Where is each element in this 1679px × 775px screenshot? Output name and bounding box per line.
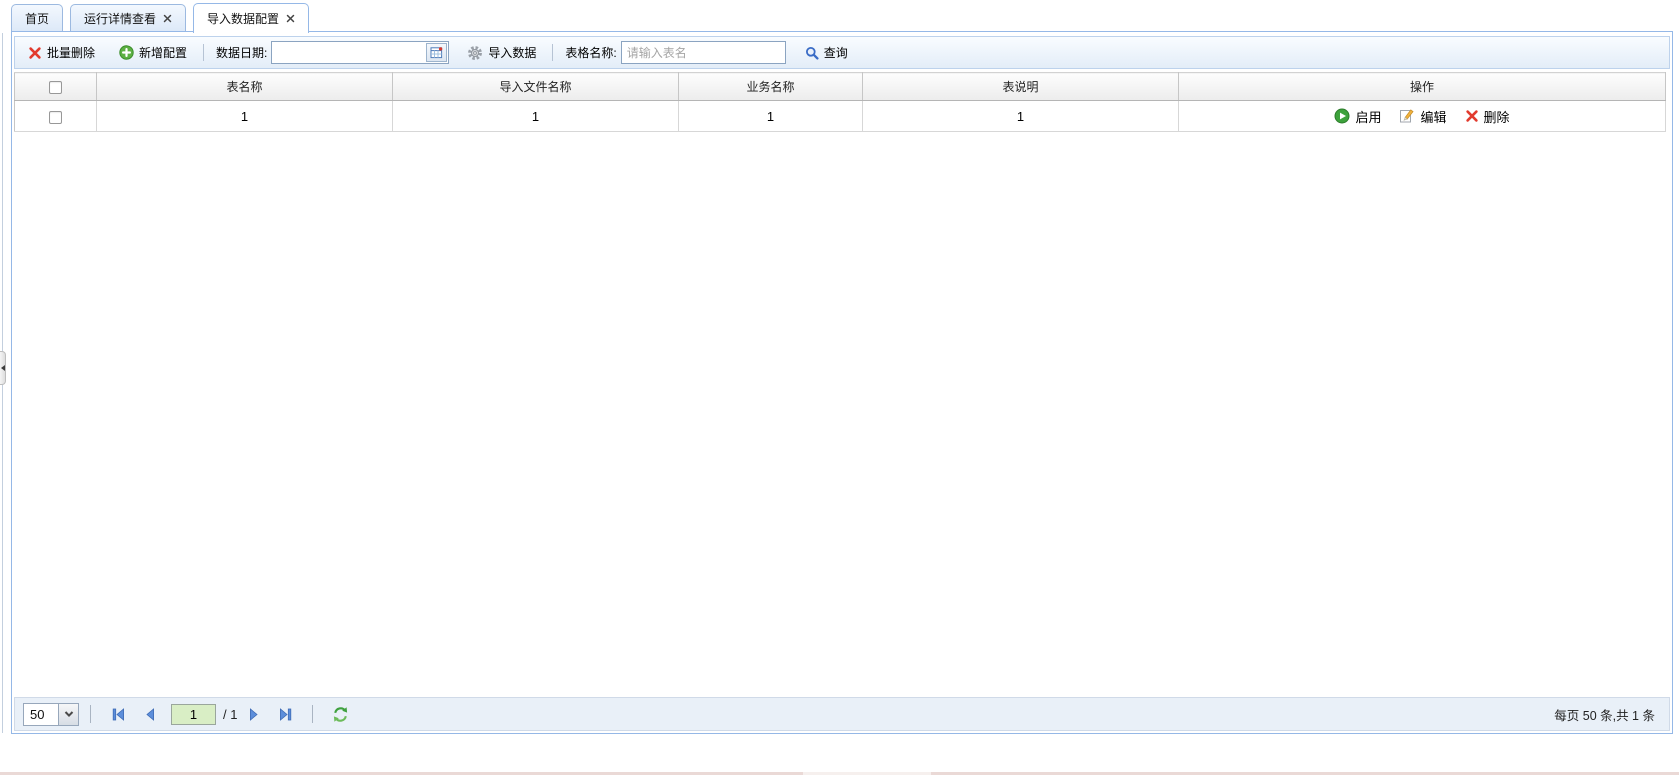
table-row[interactable]: 1 1 1 1 启用 编辑 删除 xyxy=(14,100,1666,132)
search-label: 查询 xyxy=(823,46,848,60)
table-name-label: 表格名称: xyxy=(565,46,617,60)
gear-icon xyxy=(467,45,483,61)
chevron-down-icon[interactable] xyxy=(58,703,78,725)
table-name-input[interactable] xyxy=(620,41,786,64)
toolbar: 批量删除 新增配置 数据日期: 导入数据 表格名称: 请输入表名 查询 xyxy=(14,36,1670,69)
tab-import-config[interactable]: 导入数据配置 xyxy=(193,3,310,33)
total-pages-label: / 1 xyxy=(223,706,238,722)
tab-home-label: 首页 xyxy=(25,11,50,26)
pencil-icon xyxy=(1399,108,1415,124)
cell-table-name: 1 xyxy=(96,100,393,132)
column-header-table-desc: 表说明 xyxy=(862,72,1179,101)
tab-bar: 首页 运行详情查看 导入数据配置 xyxy=(11,0,316,33)
calendar-icon[interactable] xyxy=(426,43,448,62)
row-checkbox[interactable] xyxy=(49,110,62,124)
current-page-input[interactable] xyxy=(171,703,216,725)
edit-button[interactable]: 编辑 xyxy=(1399,107,1447,126)
enable-button[interactable]: 启用 xyxy=(1334,107,1381,126)
tab-close-icon[interactable] xyxy=(163,14,172,23)
date-input[interactable] xyxy=(272,43,427,62)
pager-separator xyxy=(312,705,314,723)
cell-import-file-name: 1 xyxy=(392,100,679,132)
green-play-circle-icon xyxy=(1334,108,1350,124)
toolbar-separator xyxy=(552,44,554,61)
add-config-button[interactable]: 新增配置 xyxy=(115,42,191,63)
column-header-table-name: 表名称 xyxy=(96,72,393,101)
select-all-checkbox[interactable] xyxy=(49,80,62,94)
pager-summary: 每页 50 条,共 1 条 xyxy=(1554,708,1655,723)
prev-page-button[interactable] xyxy=(137,701,163,727)
west-collapse-handle[interactable] xyxy=(0,351,6,385)
import-data-label: 导入数据 xyxy=(488,46,537,60)
edit-label: 编辑 xyxy=(1420,109,1447,125)
column-header-import-file-name: 导入文件名称 xyxy=(392,72,679,101)
next-page-button[interactable] xyxy=(240,701,266,727)
datagrid: 表名称 导入文件名称 业务名称 表说明 操作 1 1 1 1 启用 编辑 删除 xyxy=(14,72,1670,132)
magnifier-icon xyxy=(805,46,819,60)
refresh-icon[interactable] xyxy=(327,701,353,727)
cell-table-desc: 1 xyxy=(862,100,1179,132)
add-config-label: 新增配置 xyxy=(139,46,188,60)
tab-close-icon[interactable] xyxy=(286,14,295,23)
batch-delete-button[interactable]: 批量删除 xyxy=(24,42,99,63)
search-button[interactable]: 查询 xyxy=(801,42,852,63)
pagination-bar: 50 / 1 xyxy=(14,697,1670,731)
pager-separator xyxy=(90,705,91,723)
date-label: 数据日期: xyxy=(216,46,268,60)
tab-home[interactable]: 首页 xyxy=(11,4,64,31)
cell-business-name: 1 xyxy=(678,100,863,132)
first-page-button[interactable] xyxy=(105,701,131,727)
last-page-button[interactable] xyxy=(272,701,298,727)
header-checkbox-cell xyxy=(14,72,97,101)
batch-delete-label: 批量删除 xyxy=(47,46,96,60)
row-checkbox-cell xyxy=(14,100,97,132)
column-header-actions: 操作 xyxy=(1178,72,1666,101)
cell-actions: 启用 编辑 删除 xyxy=(1178,100,1666,132)
delete-button[interactable]: 删除 xyxy=(1465,107,1510,126)
red-x-icon xyxy=(1465,109,1479,123)
tab-import-config-label: 导入数据配置 xyxy=(207,12,280,26)
toolbar-separator xyxy=(203,44,205,61)
import-data-button[interactable]: 导入数据 xyxy=(463,42,540,63)
tab-run-detail[interactable]: 运行详情查看 xyxy=(70,4,187,31)
green-plus-circle-icon xyxy=(119,45,134,60)
column-header-business-name: 业务名称 xyxy=(678,72,863,101)
delete-label: 删除 xyxy=(1483,109,1510,125)
date-field xyxy=(271,41,450,64)
tab-run-detail-label: 运行详情查看 xyxy=(84,11,157,26)
page-size-value: 50 xyxy=(30,706,45,722)
page-size-select[interactable]: 50 xyxy=(23,702,79,726)
left-arrow-icon xyxy=(0,365,5,371)
header-row: 表名称 导入文件名称 业务名称 表说明 操作 xyxy=(14,72,1666,101)
enable-label: 启用 xyxy=(1355,109,1382,125)
import-config-panel: 批量删除 新增配置 数据日期: 导入数据 表格名称: 请输入表名 查询 表名称 … xyxy=(11,31,1673,734)
red-x-icon xyxy=(28,46,42,60)
